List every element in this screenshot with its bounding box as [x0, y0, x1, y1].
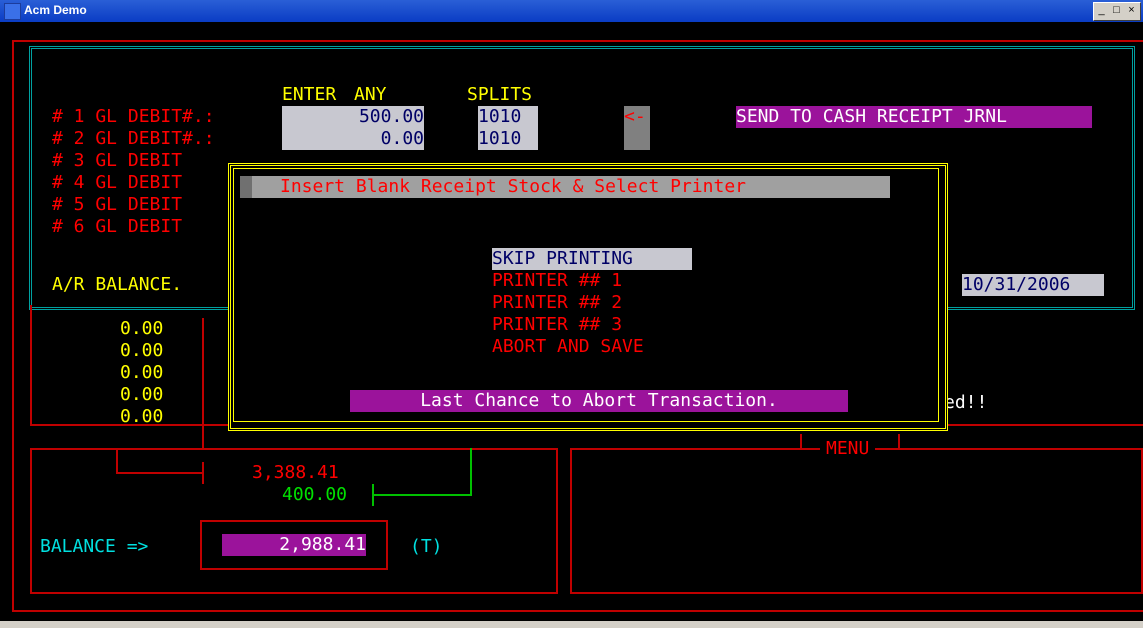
gl-account-field[interactable]: 1010 [478, 128, 538, 150]
gl-amount-field[interactable]: 500.00 [282, 106, 424, 128]
dialog-title: Insert Blank Receipt Stock & Select Prin… [280, 176, 746, 197]
bracket-line [202, 462, 204, 484]
menu-label: MENU [820, 438, 876, 460]
outer-frame-bottom [12, 610, 1143, 612]
option-printer-3[interactable]: PRINTER ## 3 [492, 314, 622, 336]
option-abort-and-save[interactable]: ABORT AND SAVE [492, 336, 644, 358]
bracket-line [470, 448, 472, 496]
app-icon [4, 3, 21, 20]
amount-value: 0.00 [120, 340, 164, 361]
amount-value: 0.00 [120, 362, 164, 383]
dialog-footer: Last Chance to Abort Transaction. [350, 390, 848, 412]
gl-row-label: # 3 GL DEBIT [52, 150, 183, 171]
gl-row-label: # 4 GL DEBIT [52, 172, 183, 193]
gl-row-label: # 2 GL DEBIT#.: [52, 128, 215, 149]
maximize-button[interactable]: □ [1110, 4, 1123, 17]
credit-total: 400.00 [282, 484, 348, 505]
menu-tick [800, 434, 802, 448]
window-controls: _ □ × [1093, 2, 1141, 21]
gl-account-field[interactable]: 1010 [478, 106, 538, 128]
gl-row-label: # 6 GL DEBIT [52, 216, 183, 237]
menu-tick [898, 434, 900, 448]
window-bottom-edge [0, 621, 1143, 628]
outer-frame-left [12, 40, 14, 612]
option-printer-2[interactable]: PRINTER ## 2 [492, 292, 622, 314]
menu-panel [570, 448, 1143, 594]
arrow-indicator: <- [624, 106, 650, 150]
amount-value: 0.00 [120, 318, 164, 339]
header-splits: SPLITS [467, 84, 533, 105]
gl-row-label: # 5 GL DEBIT [52, 194, 183, 215]
close-button[interactable]: × [1125, 4, 1138, 17]
bracket-line [116, 472, 204, 474]
header-any: ANY [354, 84, 387, 105]
balance-flag: (T) [410, 536, 443, 557]
bracket-line [372, 494, 472, 496]
header-enter: ENTER [282, 84, 337, 105]
gl-row-label: # 1 GL DEBIT#.: [52, 106, 215, 127]
balance-value: 2,988.41 [222, 534, 366, 556]
amount-value: 0.00 [120, 384, 164, 405]
debit-total: 3,388.41 [252, 462, 339, 483]
window-title: Acm Demo [24, 3, 87, 17]
send-to-cash-receipt-button[interactable]: SEND TO CASH RECEIPT JRNL [736, 106, 1092, 128]
cursor-block [240, 176, 252, 198]
title-bar [0, 0, 1143, 22]
partial-message: ed!! [944, 392, 988, 413]
outer-frame-top [12, 40, 1143, 42]
minimize-button[interactable]: _ [1095, 4, 1108, 17]
left-panel-border [30, 305, 32, 425]
bracket-line [116, 448, 118, 474]
left-panel-divider [202, 318, 204, 448]
gl-amount-field[interactable]: 0.00 [282, 128, 424, 150]
ar-balance-label: A/R BALANCE. [52, 274, 183, 295]
date-field[interactable]: 10/31/2006 [962, 274, 1104, 296]
balance-label: BALANCE => [40, 536, 149, 557]
option-printer-1[interactable]: PRINTER ## 1 [492, 270, 622, 292]
option-skip-printing[interactable]: SKIP PRINTING [492, 248, 692, 270]
amount-value: 0.00 [120, 406, 164, 427]
